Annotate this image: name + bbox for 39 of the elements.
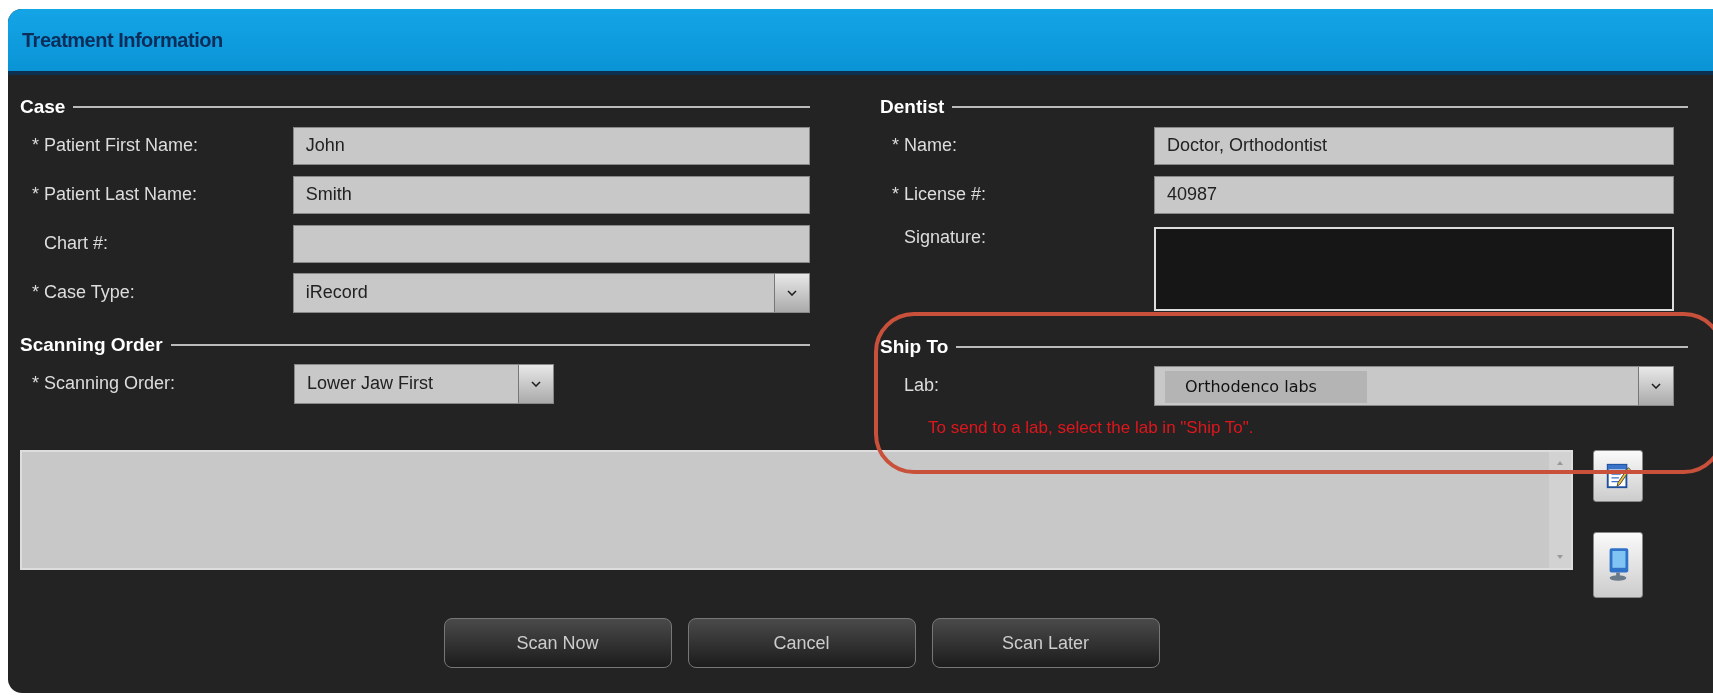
required-mark: *	[32, 373, 40, 394]
notes-field[interactable]	[20, 450, 1573, 570]
hint-text: To send to a lab, select the lab in "Ship To".	[927, 418, 1255, 438]
required-mark: *	[32, 184, 40, 205]
text-field[interactable]: Doctor, Orthodontist	[1154, 126, 1674, 165]
button[interactable]: Cancel	[687, 618, 916, 668]
field-label: Patient Last Name:	[44, 184, 198, 205]
button[interactable]: Scan Now	[443, 618, 672, 668]
text-field[interactable]: 40987	[1154, 175, 1674, 214]
text-field[interactable]: John	[292, 126, 810, 165]
window-title: Treatment Information	[22, 28, 223, 52]
chevron-down-icon	[1651, 382, 1661, 389]
chevron-down-icon	[787, 289, 797, 296]
dropdown[interactable]: Orthodenco labs	[1154, 365, 1674, 406]
edit-notes-button[interactable]	[1593, 450, 1643, 502]
field-label: Lab:	[904, 375, 940, 396]
text-field[interactable]	[292, 224, 810, 263]
field-label: Chart #:	[44, 233, 109, 254]
chevron-down-icon	[531, 380, 541, 387]
required-mark: *	[32, 282, 40, 303]
field-label: Scanning Order:	[44, 373, 176, 394]
text-field[interactable]: Smith	[292, 175, 810, 214]
dropdown[interactable]: Lower Jaw First	[294, 363, 554, 404]
section-heading: Ship To	[880, 336, 949, 358]
computer-button[interactable]	[1593, 532, 1643, 598]
button[interactable]: Scan Later	[931, 618, 1160, 668]
signature-field[interactable]	[1154, 227, 1674, 311]
required-mark: *	[892, 184, 900, 205]
section-heading: Scanning Order	[20, 334, 163, 356]
section-heading: Dentist	[880, 96, 945, 118]
field-label: Name:	[904, 135, 957, 156]
field-label: License #:	[904, 184, 987, 205]
section-heading: Case	[20, 96, 66, 118]
field-label: Case Type:	[44, 282, 135, 303]
dropdown[interactable]: iRecord	[292, 272, 810, 313]
field-label: Signature:	[904, 227, 987, 248]
required-mark: *	[32, 135, 40, 156]
required-mark: *	[892, 135, 900, 156]
field-label: Patient First Name:	[44, 135, 199, 156]
